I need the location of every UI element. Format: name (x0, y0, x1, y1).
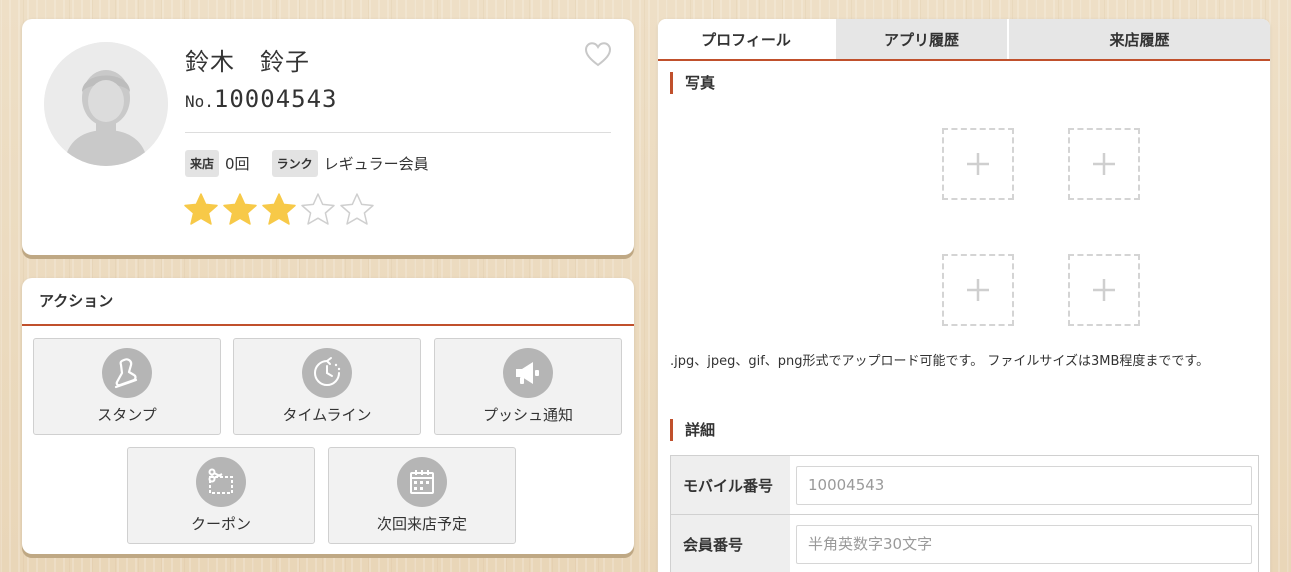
visits-badge: 来店 (185, 150, 220, 177)
member-stats: 来店 0回 ランク レギュラー会員 (185, 150, 451, 177)
plus-icon (1093, 153, 1115, 175)
avatar (44, 42, 168, 166)
upload-note: .jpg、jpeg、gif、png形式でアップロード可能です。 ファイルサイズは… (670, 354, 1210, 369)
stamp-label: スタンプ (97, 406, 157, 424)
user-silhouette-icon (44, 42, 168, 166)
rating-stars[interactable] (183, 192, 375, 230)
member-name: 鈴木 鈴子 (185, 48, 310, 76)
photo-upload-slot[interactable] (1068, 254, 1140, 326)
member-number-value: 10004543 (213, 85, 338, 113)
tab-visit-history[interactable]: 来店履歴 (1007, 19, 1270, 59)
push-notification-label: プッシュ通知 (482, 406, 573, 424)
star-filled-icon[interactable] (183, 192, 219, 230)
calendar-icon (397, 457, 447, 507)
mobile-number-input[interactable] (796, 465, 1252, 505)
next-visit-button[interactable]: 次回来店予定 (328, 447, 516, 544)
next-visit-label: 次回来店予定 (376, 515, 467, 533)
star-empty-icon[interactable] (300, 192, 336, 230)
coupon-scissors-icon (196, 457, 246, 507)
photo-upload-slot[interactable] (1068, 128, 1140, 200)
member-number-input[interactable] (796, 524, 1252, 564)
stamp-button[interactable]: スタンプ (33, 338, 221, 435)
member-number-cell (790, 515, 1258, 572)
star-empty-icon[interactable] (339, 192, 375, 230)
plus-icon (967, 153, 989, 175)
detail-panel: プロフィール アプリ履歴 来店履歴 写真 .jpg、jpeg、gif、png形式… (658, 19, 1270, 572)
member-number-label: 会員番号 (671, 515, 790, 572)
profile-divider (185, 132, 611, 133)
coupon-label: クーポン (190, 515, 251, 533)
push-notification-button[interactable]: プッシュ通知 (434, 338, 622, 435)
rank-value: レギュラー会員 (323, 155, 429, 173)
tab-app-history[interactable]: アプリ履歴 (834, 19, 1007, 59)
star-filled-icon[interactable] (261, 192, 297, 230)
timeline-button[interactable]: タイムライン (233, 338, 421, 435)
profile-card: 鈴木 鈴子 No.10004543 来店 0回 ランク レギュラー会員 (22, 19, 634, 255)
timeline-label: タイムライン (282, 406, 372, 424)
tab-profile[interactable]: プロフィール (658, 19, 834, 59)
detail-section-title: 詳細 (670, 419, 715, 441)
member-number-prefix: No. (185, 92, 214, 111)
action-card-title: アクション (22, 278, 634, 326)
detail-table: モバイル番号 会員番号 (670, 455, 1259, 572)
photo-upload-slot[interactable] (942, 254, 1014, 326)
photo-section-title: 写真 (670, 72, 715, 94)
member-number: No.10004543 (185, 85, 338, 113)
clock-icon (302, 348, 352, 398)
mobile-number-cell (790, 456, 1258, 514)
photo-upload-slot[interactable] (942, 128, 1014, 200)
coupon-button[interactable]: クーポン (127, 447, 315, 544)
table-row: モバイル番号 (671, 456, 1258, 515)
visits-value: 0回 (225, 155, 250, 173)
tab-bar: プロフィール アプリ履歴 来店履歴 (658, 19, 1270, 61)
mobile-number-label: モバイル番号 (671, 456, 790, 514)
heart-outline-icon[interactable] (584, 41, 612, 67)
stamp-icon (102, 348, 152, 398)
megaphone-icon (503, 348, 553, 398)
rank-badge: ランク (271, 150, 318, 177)
table-row: 会員番号 (671, 515, 1258, 572)
star-filled-icon[interactable] (222, 192, 258, 230)
plus-icon (967, 279, 989, 301)
plus-icon (1093, 279, 1115, 301)
action-card: アクション スタンプ タイムライン プッシュ通知 クーポン 次回来店予定 (22, 278, 634, 554)
